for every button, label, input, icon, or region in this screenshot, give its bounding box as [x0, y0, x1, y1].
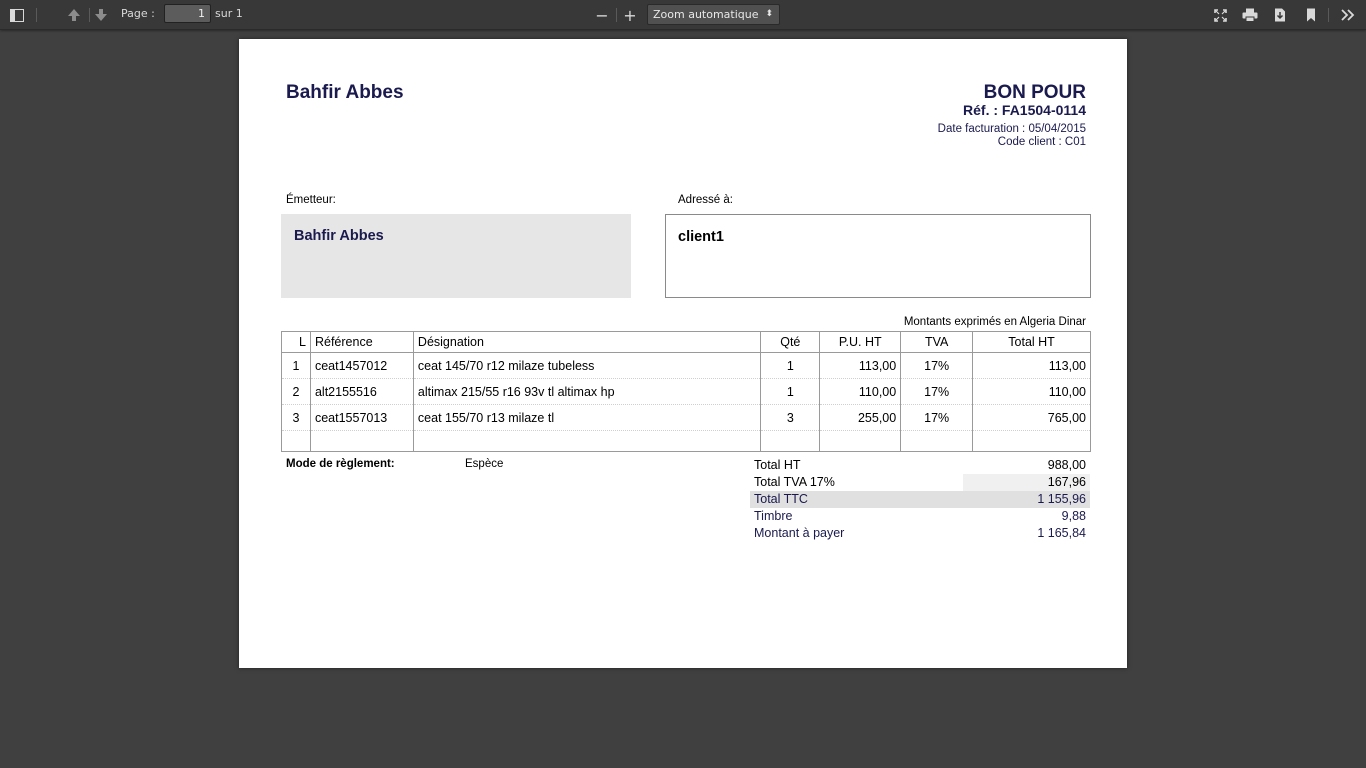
column-header: L [281, 331, 311, 353]
emitter-box: Bahfir Abbes [281, 214, 631, 298]
previous-page-icon[interactable] [60, 3, 88, 27]
payment-mode-value: Espèce [465, 458, 504, 470]
client-code: Code client : C01 [997, 136, 1086, 148]
line-number: 1 [281, 352, 311, 379]
total-label: Total TTC [754, 492, 808, 506]
line-designation: ceat 145/70 r12 milaze tubeless [412, 352, 762, 379]
recipient-box: client1 [665, 214, 1091, 298]
table-header-row: L Référence Désignation Qté P.U. HT TVA … [281, 331, 1091, 353]
pdf-toolbar: Page : sur 1 − + Zoom automatique ⬍ [0, 0, 1366, 30]
zoom-select-value: Zoom automatique [653, 8, 759, 21]
page-count: sur 1 [215, 7, 243, 20]
currency-note: Montants exprimés en Algeria Dinar [903, 316, 1086, 328]
line-total: 113,00 [972, 352, 1091, 379]
line-unit-price: 110,00 [819, 378, 902, 405]
total-ht-row: Total HT 988,00 [750, 457, 1090, 474]
table-row: 2 alt2155516 altimax 215/55 r16 93v tl a… [281, 378, 1091, 405]
download-icon[interactable] [1266, 3, 1294, 27]
table-row: 1 ceat1457012 ceat 145/70 r12 milaze tub… [281, 352, 1091, 379]
print-icon[interactable] [1236, 3, 1264, 27]
total-label: Montant à payer [754, 526, 845, 540]
table-filler-row [281, 430, 1091, 452]
line-vat: 17% [900, 378, 974, 405]
recipient-label: Adressé à: [678, 194, 733, 206]
line-vat: 17% [900, 404, 974, 431]
line-reference: alt2155516 [309, 378, 414, 405]
line-reference: ceat1557013 [309, 404, 414, 431]
column-header: Référence [309, 331, 414, 353]
toolbar-separator [36, 8, 37, 22]
stamp-row: Timbre 9,88 [750, 508, 1090, 525]
line-total: 110,00 [972, 378, 1091, 405]
line-designation: ceat 155/70 r13 milaze tl [412, 404, 762, 431]
line-number: 2 [281, 378, 311, 405]
line-total: 765,00 [972, 404, 1091, 431]
total-value: 988,00 [1047, 458, 1086, 472]
total-label: Timbre [754, 509, 793, 523]
document-title: BON POUR [983, 82, 1086, 103]
line-vat: 17% [900, 352, 974, 379]
total-vat-row: Total TVA 17% 167,96 [750, 474, 1090, 491]
presentation-mode-icon[interactable] [1206, 3, 1234, 27]
tools-menu-icon[interactable] [1334, 3, 1362, 27]
column-header: TVA [900, 331, 974, 353]
total-value: 167,96 [1047, 475, 1086, 489]
invoice-lines-table: L Référence Désignation Qté P.U. HT TVA … [281, 331, 1091, 452]
pdf-page: Bahfir Abbes BON POUR Réf. : FA1504-0114… [239, 39, 1127, 668]
totals-block: Total HT 988,00 Total TVA 17% 167,96 Tot… [750, 457, 1090, 542]
column-header: Total HT [972, 331, 1091, 353]
toolbar-separator [1328, 8, 1329, 22]
recipient-name: client1 [678, 229, 724, 245]
bookmark-icon[interactable] [1297, 3, 1325, 27]
total-label: Total TVA 17% [754, 475, 835, 489]
next-page-icon[interactable] [87, 3, 115, 27]
company-name: Bahfir Abbes [286, 82, 404, 103]
total-value: 1 165,84 [1037, 526, 1086, 540]
page-label: Page : [121, 7, 155, 20]
column-header: Qté [760, 331, 821, 353]
zoom-in-button[interactable]: + [616, 3, 644, 27]
total-value: 1 155,96 [1037, 492, 1086, 506]
line-designation: altimax 215/55 r16 93v tl altimax hp [412, 378, 762, 405]
total-ttc-row: Total TTC 1 155,96 [750, 491, 1090, 508]
line-unit-price: 113,00 [819, 352, 902, 379]
table-row: 3 ceat1557013 ceat 155/70 r13 milaze tl … [281, 404, 1091, 431]
chevron-updown-icon: ⬍ [765, 9, 773, 19]
column-header: Désignation [412, 331, 762, 353]
sidebar-toggle-icon[interactable] [3, 3, 31, 27]
zoom-select[interactable]: Zoom automatique ⬍ [647, 4, 780, 25]
document-reference: Réf. : FA1504-0114 [963, 102, 1086, 118]
invoice-date: Date facturation : 05/04/2015 [937, 123, 1086, 135]
line-quantity: 1 [760, 378, 821, 405]
total-label: Total HT [754, 458, 801, 472]
payment-mode-label: Mode de règlement: [286, 458, 395, 470]
line-quantity: 1 [760, 352, 821, 379]
column-header: P.U. HT [819, 331, 902, 353]
total-value: 9,88 [1061, 509, 1086, 523]
line-number: 3 [281, 404, 311, 431]
page-number-input[interactable] [164, 4, 211, 23]
emitter-label: Émetteur: [286, 194, 336, 206]
emitter-name: Bahfir Abbes [294, 228, 384, 244]
amount-due-row: Montant à payer 1 165,84 [750, 525, 1090, 542]
zoom-out-button[interactable]: − [588, 3, 616, 27]
line-quantity: 3 [760, 404, 821, 431]
line-reference: ceat1457012 [309, 352, 414, 379]
line-unit-price: 255,00 [819, 404, 902, 431]
